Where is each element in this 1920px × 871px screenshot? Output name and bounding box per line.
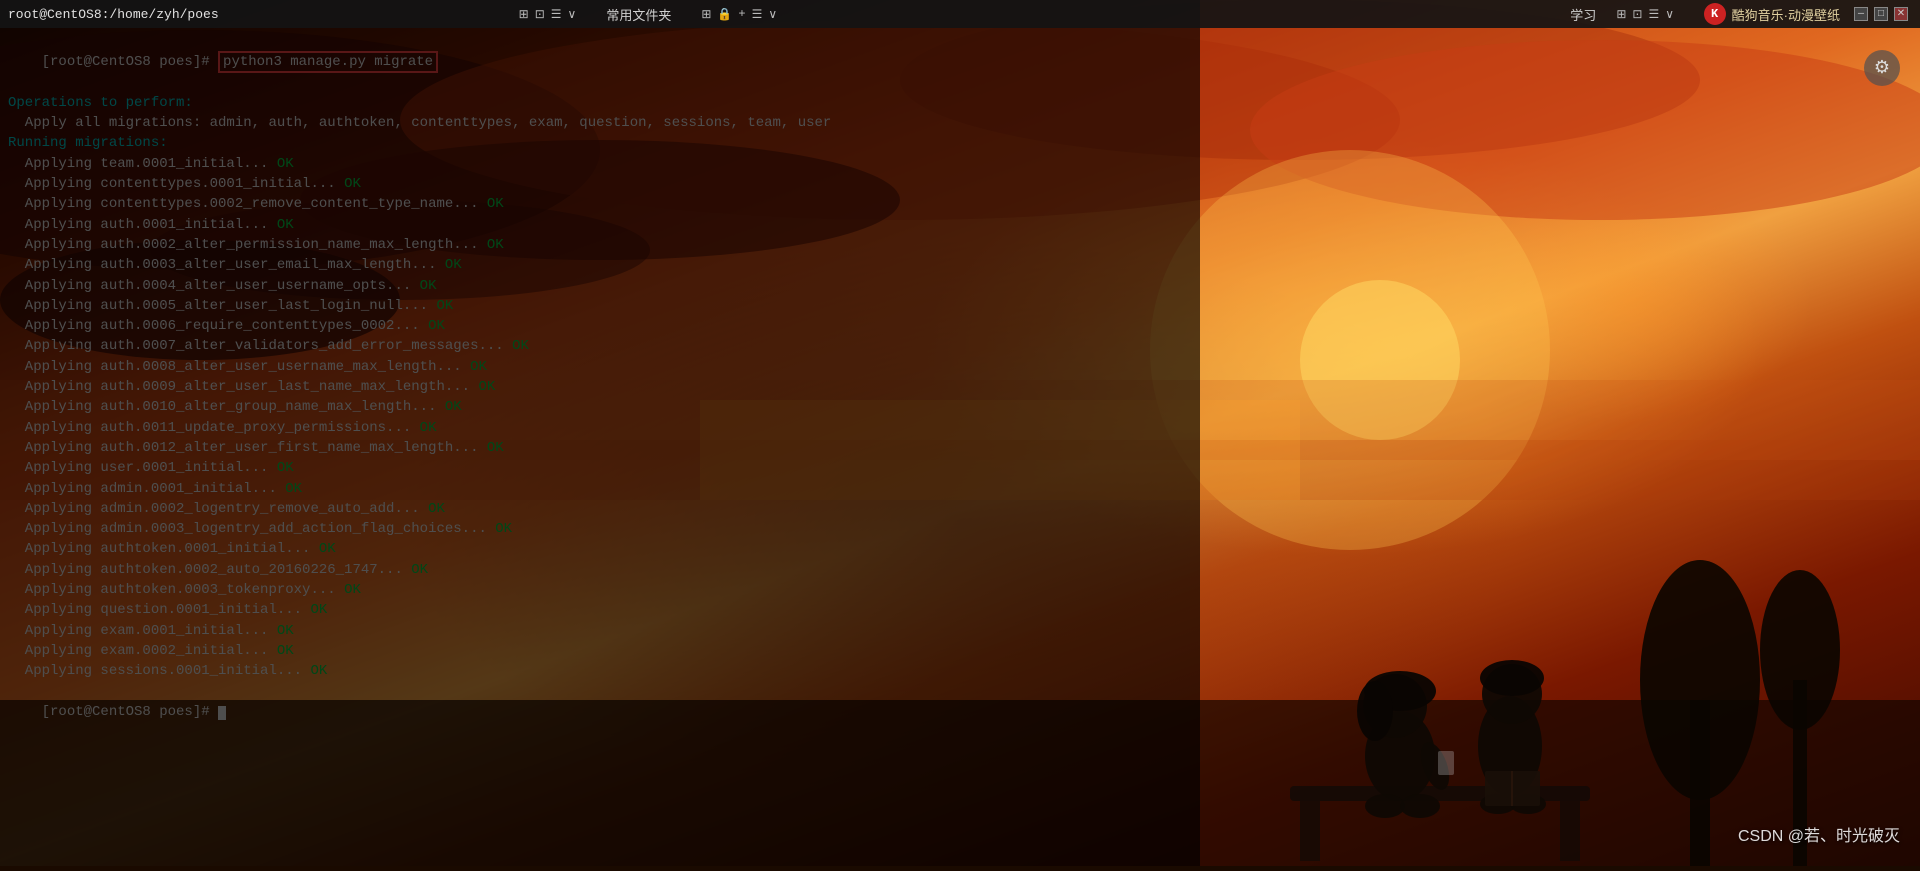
logo-icon: K: [1704, 3, 1726, 25]
right-icons: ⊞ ⊡ ☰ ∨: [1616, 7, 1674, 22]
grid-icon: ⊞: [1616, 7, 1626, 22]
title-bar: root@CentOS8:/home/zyh/poes ⊞ ⊡ ☰ ∨ 常用文件…: [0, 0, 1920, 28]
watermark: CSDN @若、时光破灭: [1738, 822, 1900, 846]
character-silhouette: [1240, 516, 1640, 866]
title-bar-nav: ⊞ ⊡ ☰ ∨ 常用文件夹 ⊞ 🔒 + ☰ ∨: [519, 5, 777, 24]
logo-area: K 酷狗音乐·动漫壁纸: [1704, 0, 1840, 28]
left-icons: ⊞ ⊡ ☰ ∨: [519, 7, 577, 22]
hash-icon: ⊞: [701, 7, 711, 22]
terminal-title: root@CentOS8:/home/zyh/poes: [8, 7, 219, 22]
icon1: ⊞: [519, 7, 529, 22]
icon4: ∨: [568, 7, 577, 22]
gear-button[interactable]: ⚙: [1864, 50, 1900, 86]
icon2: ⊡: [535, 7, 545, 22]
bars2-icon: ☰: [1648, 7, 1659, 22]
down-icon: ∨: [768, 7, 777, 22]
hash2-icon: ⊡: [1632, 7, 1642, 22]
close-button[interactable]: ✕: [1894, 7, 1908, 21]
title-bar-left: root@CentOS8:/home/zyh/poes: [0, 7, 219, 22]
center-icons: ⊞ 🔒 + ☰ ∨: [701, 7, 777, 22]
plus-icon: +: [738, 7, 745, 22]
window-controls[interactable]: — □ ✕: [1854, 7, 1920, 21]
logo-text: 酷狗音乐·动漫壁纸: [1732, 5, 1840, 24]
nav-study[interactable]: 学习: [1570, 5, 1596, 24]
character-svg: [1240, 516, 1640, 866]
gear-icon: ⚙: [1874, 57, 1890, 79]
lock-icon: 🔒: [717, 7, 732, 22]
maximize-button[interactable]: □: [1874, 7, 1888, 21]
terminal-background-overlay: [0, 0, 1200, 866]
minimize-button[interactable]: —: [1854, 7, 1868, 21]
nav-common-files[interactable]: 常用文件夹: [606, 5, 671, 24]
bars-icon: ☰: [752, 7, 763, 22]
down2-icon: ∨: [1665, 7, 1674, 22]
icon3: ☰: [551, 7, 562, 22]
title-bar-right-nav: 学习 ⊞ ⊡ ☰ ∨: [1570, 5, 1674, 24]
